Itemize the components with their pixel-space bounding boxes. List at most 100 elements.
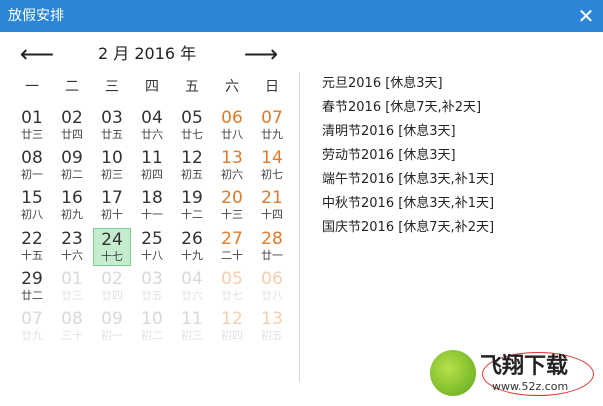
day-cell[interactable]: 20 十三 xyxy=(213,187,251,225)
lunar-date: 十二 xyxy=(181,208,203,221)
day-number: 02 xyxy=(101,269,123,289)
day-cell[interactable]: 03 廿五 xyxy=(93,107,131,145)
day-cell[interactable]: 23 十六 xyxy=(53,228,91,266)
day-cell[interactable]: 25 十八 xyxy=(133,228,171,266)
day-cell[interactable]: 07 廿九 xyxy=(13,308,51,346)
day-cell[interactable]: 27 二十 xyxy=(213,228,251,266)
lunar-date: 初五 xyxy=(181,168,203,181)
lunar-date: 廿四 xyxy=(61,128,83,141)
day-number: 17 xyxy=(101,188,123,208)
holiday-item[interactable]: 清明节2016 [休息3天] xyxy=(322,124,494,148)
day-cell[interactable]: 11 初三 xyxy=(173,308,211,346)
day-number: 29 xyxy=(21,269,43,289)
day-cell[interactable]: 16 初九 xyxy=(53,187,91,225)
day-number: 12 xyxy=(181,148,203,168)
day-number: 14 xyxy=(261,148,283,168)
day-number: 23 xyxy=(61,229,83,249)
lunar-date: 廿七 xyxy=(221,289,243,302)
day-cell[interactable]: 26 十九 xyxy=(173,228,211,266)
day-number: 24 xyxy=(101,230,123,250)
day-number: 09 xyxy=(101,309,123,329)
day-cell[interactable]: 01 廿三 xyxy=(53,268,91,306)
lunar-date: 廿三 xyxy=(61,289,83,302)
holiday-item[interactable]: 元旦2016 [休息3天] xyxy=(322,76,494,100)
day-cell[interactable]: 06 廿八 xyxy=(253,268,291,306)
day-cell[interactable]: 07 廿九 xyxy=(253,107,291,145)
day-cell[interactable]: 11 初四 xyxy=(133,147,171,185)
day-cell[interactable]: 04 廿六 xyxy=(133,107,171,145)
day-cell[interactable]: 08 三十 xyxy=(53,308,91,346)
lunar-date: 廿六 xyxy=(181,289,203,302)
day-number: 13 xyxy=(221,148,243,168)
holiday-item[interactable]: 中秋节2016 [休息3天,补1天] xyxy=(322,196,494,220)
day-number: 28 xyxy=(261,229,283,249)
day-number: 21 xyxy=(261,188,283,208)
day-cell[interactable]: 04 廿六 xyxy=(173,268,211,306)
lunar-date: 初一 xyxy=(21,168,43,181)
day-cell[interactable]: 12 初四 xyxy=(213,308,251,346)
day-number: 04 xyxy=(181,269,203,289)
lunar-date: 十七 xyxy=(101,250,123,263)
day-number: 12 xyxy=(221,309,243,329)
lunar-date: 初八 xyxy=(21,208,43,221)
day-cell[interactable]: 18 十一 xyxy=(133,187,171,225)
day-number: 03 xyxy=(141,269,163,289)
day-cell[interactable]: 09 初二 xyxy=(53,147,91,185)
lunar-date: 初五 xyxy=(261,329,283,342)
lunar-date: 廿九 xyxy=(21,329,43,342)
day-number: 09 xyxy=(61,148,83,168)
day-number: 10 xyxy=(101,148,123,168)
day-cell[interactable]: 01 廿三 xyxy=(13,107,51,145)
day-cell[interactable]: 09 初一 xyxy=(93,308,131,346)
day-number: 10 xyxy=(141,309,163,329)
day-number: 01 xyxy=(21,108,43,128)
holiday-item[interactable]: 劳动节2016 [休息3天] xyxy=(322,148,494,172)
lunar-date: 十五 xyxy=(21,249,43,262)
day-cell[interactable]: 10 初三 xyxy=(93,147,131,185)
weekday-label: 五 xyxy=(185,79,199,95)
day-number: 06 xyxy=(261,269,283,289)
holiday-item[interactable]: 国庆节2016 [休息7天,补2天] xyxy=(322,220,494,244)
day-cell[interactable]: 02 廿四 xyxy=(93,268,131,306)
lunar-date: 二十 xyxy=(221,249,243,262)
day-number: 25 xyxy=(141,229,163,249)
day-number: 05 xyxy=(181,108,203,128)
lunar-date: 十三 xyxy=(221,208,243,221)
day-cell[interactable]: 05 廿七 xyxy=(213,268,251,306)
day-cell[interactable]: 22 十五 xyxy=(13,228,51,266)
day-number: 07 xyxy=(21,309,43,329)
day-cell[interactable]: 10 初二 xyxy=(133,308,171,346)
window-title: 放假安排 xyxy=(8,8,64,24)
day-number: 16 xyxy=(61,188,83,208)
day-cell[interactable]: 12 初五 xyxy=(173,147,211,185)
day-number: 27 xyxy=(221,229,243,249)
holiday-item[interactable]: 端午节2016 [休息3天,补1天] xyxy=(322,172,494,196)
day-cell[interactable]: 15 初八 xyxy=(13,187,51,225)
day-cell[interactable]: 06 廿八 xyxy=(213,107,251,145)
prev-month-button[interactable]: ⟵ xyxy=(19,41,55,67)
holiday-item[interactable]: 春节2016 [休息7天,补2天] xyxy=(322,100,494,124)
watermark-logo: 飞翔下载 www.52z.com xyxy=(430,350,600,402)
day-cell[interactable]: 21 十四 xyxy=(253,187,291,225)
day-cell[interactable]: 02 廿四 xyxy=(53,107,91,145)
day-cell-selected[interactable]: 24 十七 xyxy=(93,228,131,266)
day-cell[interactable]: 13 初五 xyxy=(253,308,291,346)
day-cell[interactable]: 14 初七 xyxy=(253,147,291,185)
close-icon[interactable]: ✕ xyxy=(574,4,598,28)
day-cell[interactable]: 28 廿一 xyxy=(253,228,291,266)
day-number: 08 xyxy=(61,309,83,329)
day-cell[interactable]: 13 初六 xyxy=(213,147,251,185)
day-cell[interactable]: 19 十二 xyxy=(173,187,211,225)
day-cell[interactable]: 17 初十 xyxy=(93,187,131,225)
day-cell[interactable]: 03 廿五 xyxy=(133,268,171,306)
day-cell[interactable]: 29 廿二 xyxy=(13,268,51,306)
day-number: 26 xyxy=(181,229,203,249)
leaf-logo-icon xyxy=(430,350,476,396)
day-cell[interactable]: 05 廿七 xyxy=(173,107,211,145)
day-number: 01 xyxy=(61,269,83,289)
lunar-date: 廿六 xyxy=(141,128,163,141)
next-month-button[interactable]: ⟶ xyxy=(243,41,279,67)
day-cell[interactable]: 08 初一 xyxy=(13,147,51,185)
lunar-date: 廿四 xyxy=(101,289,123,302)
day-number: 20 xyxy=(221,188,243,208)
